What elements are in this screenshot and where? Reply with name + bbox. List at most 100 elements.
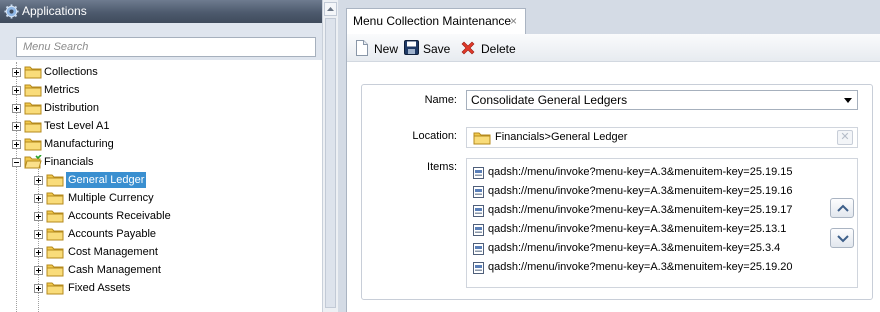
scroll-up-arrow-icon[interactable] bbox=[324, 2, 337, 16]
expand-icon[interactable] bbox=[34, 194, 43, 203]
menu-collection-form: Name: Consolidate General Ledgers Locati… bbox=[361, 84, 873, 300]
menu-item-icon bbox=[473, 205, 484, 217]
tree-item-label: Accounts Receivable bbox=[68, 210, 171, 222]
applications-panel: Applications Collections Metrics Distrib… bbox=[0, 0, 338, 312]
menu-item-icon bbox=[473, 262, 484, 274]
main-panel: Menu Collection Maintenance × New Save D… bbox=[338, 0, 880, 312]
tree-item-label: Manufacturing bbox=[44, 138, 114, 150]
tree-item-collections[interactable]: Collections bbox=[10, 63, 310, 81]
chevron-up-icon bbox=[837, 204, 849, 212]
folder-icon bbox=[24, 84, 42, 97]
tree-item-distribution[interactable]: Distribution bbox=[10, 99, 310, 117]
tree-item-accounts-payable[interactable]: Accounts Payable bbox=[32, 225, 312, 243]
items-list[interactable]: qadsh://menu/invoke?menu-key=A.3&menuite… bbox=[466, 158, 858, 288]
save-button-label: Save bbox=[423, 42, 451, 56]
expand-icon[interactable] bbox=[34, 284, 43, 293]
list-item-label: qadsh://menu/invoke?menu-key=A.3&menuite… bbox=[488, 185, 793, 197]
open-folder-icon bbox=[24, 155, 42, 169]
list-item-label: qadsh://menu/invoke?menu-key=A.3&menuite… bbox=[488, 223, 787, 235]
name-label: Name: bbox=[424, 94, 457, 106]
new-document-icon bbox=[356, 40, 368, 56]
name-value: Consolidate General Ledgers bbox=[471, 93, 628, 107]
folder-icon bbox=[24, 66, 42, 79]
list-item-label: qadsh://menu/invoke?menu-key=A.3&menuite… bbox=[488, 166, 793, 178]
folder-icon bbox=[46, 228, 64, 241]
menu-search-input[interactable] bbox=[16, 37, 316, 57]
folder-icon bbox=[46, 264, 64, 277]
save-button[interactable]: Save bbox=[404, 40, 456, 58]
list-item-label: qadsh://menu/invoke?menu-key=A.3&menuite… bbox=[488, 261, 793, 273]
tree-item-multiple-currency[interactable]: Multiple Currency bbox=[32, 189, 312, 207]
menu-item-icon bbox=[473, 224, 484, 236]
tree-item-metrics[interactable]: Metrics bbox=[10, 81, 310, 99]
expand-icon[interactable] bbox=[34, 212, 43, 221]
folder-icon bbox=[24, 102, 42, 115]
tree-item-general-ledger[interactable]: General Ledger bbox=[32, 171, 312, 189]
tree-item-label: General Ledger bbox=[66, 172, 147, 188]
menu-tree: Collections Metrics Distribution Test Le… bbox=[0, 62, 322, 312]
folder-icon bbox=[24, 138, 42, 151]
tree-item-label: Metrics bbox=[44, 84, 80, 96]
location-value: Financials>General Ledger bbox=[495, 131, 628, 143]
collapse-icon[interactable] bbox=[12, 158, 21, 167]
tree-item-label: Financials bbox=[44, 156, 94, 168]
close-icon[interactable]: × bbox=[510, 9, 517, 33]
expand-icon[interactable] bbox=[12, 122, 21, 131]
tree-item-manufacturing[interactable]: Manufacturing bbox=[10, 135, 310, 153]
folder-icon bbox=[46, 174, 64, 187]
items-label: Items: bbox=[427, 161, 457, 173]
expand-icon[interactable] bbox=[34, 230, 43, 239]
location-field[interactable]: Financials>General Ledger ✕ bbox=[466, 127, 858, 148]
search-bar bbox=[0, 23, 322, 60]
expand-icon[interactable] bbox=[12, 104, 21, 113]
gear-icon bbox=[4, 4, 19, 19]
folder-icon bbox=[46, 246, 64, 259]
delete-button-label: Delete bbox=[481, 42, 516, 56]
tree-item-label: Distribution bbox=[44, 102, 100, 114]
move-down-button[interactable] bbox=[830, 228, 854, 248]
name-dropdown[interactable]: Consolidate General Ledgers bbox=[466, 90, 858, 110]
tree-item-cost-management[interactable]: Cost Management bbox=[32, 243, 312, 261]
tree-item-fixed-assets[interactable]: Fixed Assets bbox=[32, 279, 312, 297]
tree-item-label: Collections bbox=[44, 66, 98, 78]
folder-icon bbox=[46, 192, 64, 205]
new-button[interactable]: New bbox=[355, 40, 403, 58]
tree-item-test-level-a1[interactable]: Test Level A1 bbox=[10, 117, 310, 135]
expand-icon[interactable] bbox=[12, 86, 21, 95]
tree-item-accounts-receivable[interactable]: Accounts Receivable bbox=[32, 207, 312, 225]
tree-scrollbar[interactable] bbox=[322, 0, 338, 312]
list-item-label: qadsh://menu/invoke?menu-key=A.3&menuite… bbox=[488, 204, 793, 216]
scrollbar-thumb[interactable] bbox=[325, 18, 336, 308]
folder-icon bbox=[473, 132, 491, 145]
expand-icon[interactable] bbox=[34, 248, 43, 257]
tree-item-cash-management[interactable]: Cash Management bbox=[32, 261, 312, 279]
tree-item-financials[interactable]: Financials bbox=[10, 153, 310, 171]
tab-menu-collection-maintenance[interactable]: Menu Collection Maintenance × bbox=[346, 8, 526, 34]
move-up-button[interactable] bbox=[830, 198, 854, 218]
expand-icon[interactable] bbox=[12, 140, 21, 149]
folder-icon bbox=[46, 282, 64, 295]
tree-item-label: Fixed Assets bbox=[68, 282, 131, 294]
menu-item-icon bbox=[473, 186, 484, 198]
tree-item-label: Accounts Payable bbox=[68, 228, 157, 240]
toolbar: New Save Delete bbox=[347, 34, 880, 62]
folder-icon bbox=[24, 120, 42, 133]
menu-item-icon bbox=[473, 243, 484, 255]
tree-item-label: Test Level A1 bbox=[44, 120, 110, 132]
new-button-label: New bbox=[374, 42, 399, 56]
expand-icon[interactable] bbox=[34, 266, 43, 275]
folder-icon bbox=[46, 210, 64, 223]
tree-item-label: Multiple Currency bbox=[68, 192, 154, 204]
menu-item-icon bbox=[473, 167, 484, 179]
clear-icon[interactable]: ✕ bbox=[837, 130, 853, 145]
tab-content: New Save Delete Name: Consolidate Genera… bbox=[346, 34, 880, 312]
dropdown-arrow-icon[interactable] bbox=[844, 98, 852, 103]
red-x-icon bbox=[461, 41, 475, 55]
delete-button[interactable]: Delete bbox=[460, 40, 530, 58]
applications-title: Applications bbox=[22, 4, 87, 18]
expand-icon[interactable] bbox=[12, 68, 21, 77]
location-label: Location: bbox=[412, 130, 457, 142]
tree-item-label: Cost Management bbox=[68, 246, 158, 258]
list-item-label: qadsh://menu/invoke?menu-key=A.3&menuite… bbox=[488, 242, 781, 254]
expand-icon[interactable] bbox=[34, 176, 43, 185]
